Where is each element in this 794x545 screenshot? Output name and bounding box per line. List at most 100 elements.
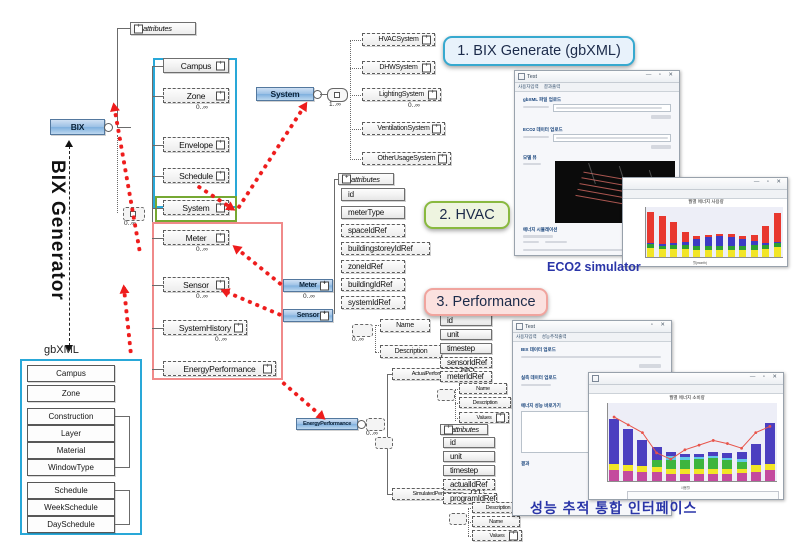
attr-buildingidref[interactable]: buildingIdRef (341, 278, 405, 291)
attr-actual-unit[interactable]: unit (440, 329, 492, 340)
node-schedule[interactable]: Schedule (163, 168, 229, 183)
row-label: WeekSchedule (44, 503, 98, 512)
attr-sim-timestep[interactable]: timestep (443, 465, 495, 476)
node-attributes-root[interactable]: attributes (130, 22, 196, 35)
node-hvacsystem[interactable]: HVACSystem (362, 33, 435, 46)
eco2-chart-titlebar[interactable]: — ▫ ✕ (623, 178, 787, 190)
eco2-tabbar[interactable]: 사용자입력 결과출력 (515, 83, 679, 92)
gbxml-row-schedule[interactable]: Schedule (27, 482, 115, 499)
expand-icon[interactable] (509, 531, 518, 540)
node-actual-description[interactable]: Description (459, 397, 511, 408)
button-placeholder[interactable] (651, 145, 671, 149)
attr-spaceidref[interactable]: spaceIdRef (341, 224, 405, 237)
eco2-chart-window[interactable]: — ▫ ✕ 월별 에너지 사용량 월(month) (622, 177, 788, 267)
node-campus[interactable]: Campus (163, 58, 229, 73)
expand-icon[interactable] (216, 61, 225, 70)
node-meter-detail[interactable]: Meter (283, 279, 333, 292)
node-actual-values[interactable]: Values (459, 412, 509, 423)
attr-actual-id[interactable]: id (440, 315, 492, 326)
gbxml-row-weekschedule[interactable]: WeekSchedule (27, 499, 115, 516)
expand-icon[interactable] (216, 140, 225, 149)
node-system-detail[interactable]: System (256, 87, 314, 101)
performance-chart-window[interactable]: — ▫ ✕ 월별 에너지 소비량 사용월 (588, 372, 784, 500)
expand-icon[interactable] (216, 91, 225, 100)
node-energyperformance-detail[interactable]: EnergyPerformance (296, 418, 358, 430)
node-otherusagesystem[interactable]: OtherUsageSystem (362, 152, 451, 165)
node-sim-values[interactable]: Values (472, 530, 522, 541)
node-ventilationsystem[interactable]: VentilationSystem (362, 122, 445, 135)
window-controls[interactable]: ▫ ✕ (651, 322, 668, 328)
node-description[interactable]: Description (380, 345, 442, 358)
node-envelope[interactable]: Envelope (163, 137, 229, 152)
expand-icon[interactable] (134, 24, 143, 33)
gbxml-row-material[interactable]: Material (27, 442, 115, 459)
button-placeholder[interactable] (651, 115, 671, 119)
expand-icon[interactable] (444, 425, 453, 434)
eco2-section-data-upload: ECO2 데이터 업로드 (523, 127, 563, 132)
expand-icon[interactable] (422, 35, 431, 44)
eco2-chart-tabbar[interactable] (623, 190, 787, 199)
callout-2-hvac[interactable]: 2. HVAC (424, 201, 510, 229)
attr-buildingstoreyidref[interactable]: buildingstoreyIdRef (341, 242, 430, 255)
gbxml-row-layer[interactable]: Layer (27, 425, 115, 442)
node-energyperformance[interactable]: EnergyPerformance (163, 361, 276, 376)
attr-zoneidref[interactable]: zoneIdRef (341, 260, 405, 273)
checkbox-row[interactable] (523, 163, 541, 165)
node-sensor-detail[interactable]: Sensor (283, 309, 333, 322)
expand-icon[interactable] (320, 281, 329, 290)
tab-user-input[interactable]: 사용자입력 (516, 334, 537, 340)
expand-icon[interactable] (496, 413, 505, 422)
attr-actual-sensoridref[interactable]: sensorIdRef (440, 357, 492, 368)
node-meter-attributes[interactable]: attributes (338, 173, 394, 185)
expand-stub-icon[interactable] (104, 123, 113, 132)
button-placeholder[interactable] (639, 364, 661, 368)
node-actual-name[interactable]: Name (459, 383, 507, 394)
perf-window-titlebar[interactable]: Test ▫ ✕ (513, 321, 671, 333)
window-controls[interactable]: — ▫ ✕ (750, 374, 780, 380)
expand-icon[interactable] (432, 124, 441, 133)
tab-result-output[interactable]: 결과출력 (544, 84, 561, 90)
attr-metertype[interactable]: meterType (341, 206, 405, 219)
node-lightingsystem[interactable]: LightingSystem (362, 88, 441, 101)
attr-actual-meteridref[interactable]: meterIdRef (440, 371, 492, 382)
expand-icon[interactable] (428, 90, 437, 99)
node-simulated-attributes[interactable]: attributes (440, 424, 488, 435)
node-systemhistory[interactable]: SystemHistory (163, 320, 247, 335)
attr-actual-timestep[interactable]: timestep (440, 343, 492, 354)
expand-stub-icon[interactable] (357, 420, 366, 429)
window-controls[interactable]: — ▫ ✕ (646, 72, 676, 78)
attr-systemidref[interactable]: systemIdRef (341, 296, 405, 309)
gbxml-row-windowtype[interactable]: WindowType (27, 459, 115, 476)
node-name[interactable]: Name (380, 319, 430, 332)
window-controls[interactable]: — ▫ ✕ (754, 179, 784, 185)
attr-id[interactable]: id (341, 188, 405, 201)
node-sim-name[interactable]: Name (472, 516, 520, 527)
gbxml-row-zone[interactable]: Zone (27, 385, 115, 402)
perf-chart-titlebar[interactable]: — ▫ ✕ (589, 373, 783, 385)
expand-icon[interactable] (263, 364, 272, 373)
expand-icon[interactable] (438, 154, 447, 163)
expand-icon[interactable] (234, 323, 243, 332)
callout-3-performance[interactable]: 3. Performance (424, 288, 548, 316)
attr-sim-actualidref[interactable]: actualIdRef (443, 479, 495, 490)
node-zone[interactable]: Zone (163, 88, 229, 103)
gbxml-row-campus[interactable]: Campus (27, 365, 115, 382)
eco2-window-titlebar[interactable]: Test — ▫ ✕ (515, 71, 679, 83)
node-meter[interactable]: Meter (163, 230, 229, 245)
tab-user-input[interactable]: 사용자입력 (518, 84, 539, 90)
expand-icon[interactable] (320, 311, 329, 320)
expand-icon[interactable] (216, 171, 225, 180)
expand-icon[interactable] (216, 233, 225, 242)
tab-performance-output[interactable]: 성능추적출력 (542, 334, 567, 340)
expand-icon[interactable] (422, 63, 431, 72)
gbxml-row-dayschedule[interactable]: DaySchedule (27, 516, 115, 533)
callout-1-bix-generate[interactable]: 1. BIX Generate (gbXML) (443, 36, 635, 66)
node-bix[interactable]: BIX (50, 119, 105, 135)
perf-chart-tabbar[interactable] (589, 385, 783, 394)
perf-tabbar[interactable]: 사용자입력 성능추적출력 (513, 333, 671, 342)
attr-sim-unit[interactable]: unit (443, 451, 495, 462)
node-dhwsystem[interactable]: DHWSystem (362, 61, 435, 74)
attr-sim-id[interactable]: id (443, 437, 495, 448)
gbxml-row-construction[interactable]: Construction (27, 408, 115, 425)
expand-icon[interactable] (342, 174, 351, 184)
